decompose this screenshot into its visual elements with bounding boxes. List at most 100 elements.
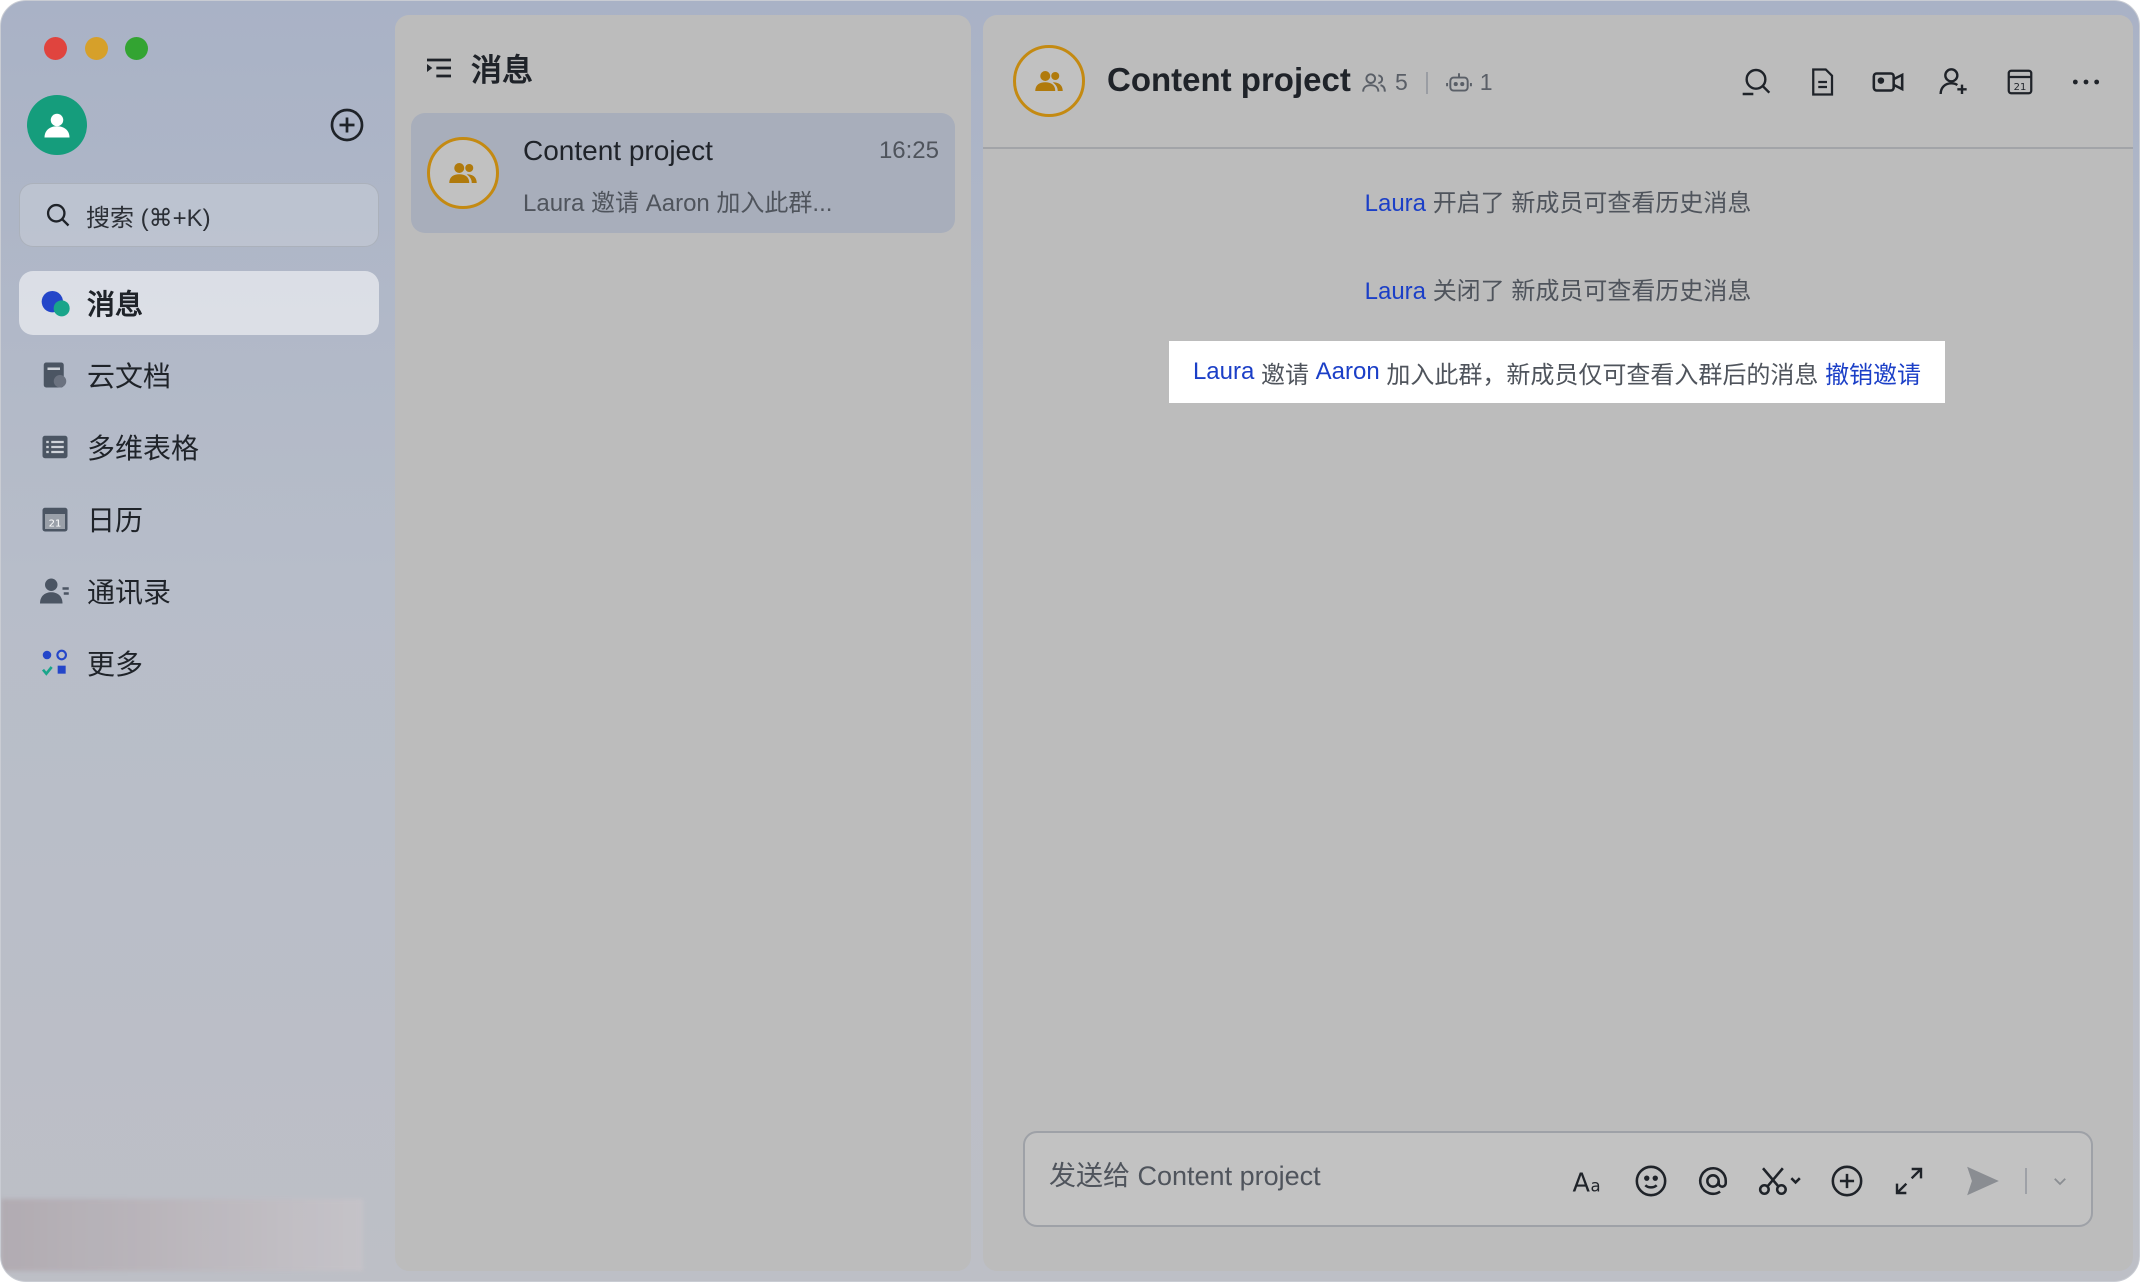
sidebar-item-label: 多维表格 [87, 433, 200, 464]
sidebar-item-more[interactable]: 更多 [19, 631, 379, 695]
messages-icon [39, 287, 71, 319]
search-icon [1742, 68, 1771, 96]
docs-button[interactable] [1805, 65, 1839, 99]
chat-toolbar: 21 [1739, 65, 2103, 99]
close-window-button[interactable] [44, 37, 67, 60]
sidebar-item-label: 通讯录 [87, 577, 172, 608]
message-composer: Aa [1023, 1131, 2093, 1227]
send-button[interactable] [1963, 1161, 2003, 1201]
blurred-region [1, 1199, 363, 1271]
expand-composer-button[interactable] [1889, 1161, 1929, 1201]
emoji-button[interactable] [1631, 1161, 1671, 1201]
text-format-icon: Aa [1573, 1169, 1601, 1199]
bot-count[interactable]: 1 [1480, 69, 1493, 96]
screenshot-button[interactable] [1755, 1161, 1805, 1201]
svg-text:A: A [1573, 1169, 1591, 1199]
user-link[interactable]: Aaron [1316, 358, 1380, 386]
sidebar-item-cloud-docs[interactable]: 云文档 [19, 343, 379, 407]
sidebar-item-base[interactable]: 多维表格 [19, 415, 379, 479]
divider [1425, 71, 1428, 94]
sidebar-item-calendar[interactable]: 21 日历 [19, 487, 379, 551]
system-message-text: 关闭了 新成员可查看历史消息 [1432, 278, 1752, 305]
video-icon [1872, 72, 1904, 92]
more-options-button[interactable] [2069, 65, 2103, 99]
member-count[interactable]: 5 [1395, 69, 1408, 96]
user-link[interactable]: Laura [1365, 190, 1426, 217]
invite-text: 加入此群，新成员仅可查看入群后的消息 [1386, 361, 1819, 389]
invite-verb: 邀请 [1261, 361, 1309, 389]
calendar-button[interactable]: 21 [2003, 65, 2037, 99]
chevron-down-icon [2054, 1178, 2066, 1186]
contacts-icon [39, 575, 71, 607]
cloud-docs-icon [39, 359, 71, 391]
conversation-preview: Laura 邀请 Aaron 加入此群... [523, 190, 833, 217]
calendar-icon: 21 [2007, 69, 2033, 95]
divider [2025, 1168, 2027, 1194]
attach-button[interactable] [1827, 1161, 1867, 1201]
minimize-window-button[interactable] [85, 37, 108, 60]
chat-panel: Content project 5 1 21 Laura 开启了 新成员可查看历… [983, 15, 2133, 1271]
sidebar-nav: 消息 云文档 多维表格 21 日历 通讯录 更多 [19, 271, 379, 703]
sidebar-item-contacts[interactable]: 通讯录 [19, 559, 379, 623]
calendar-icon: 21 [39, 503, 71, 535]
send-options-button[interactable] [2049, 1161, 2071, 1201]
add-user-icon [1939, 68, 1967, 95]
group-icon [449, 163, 477, 183]
members-icon[interactable] [1361, 70, 1387, 96]
bot-icon[interactable] [1445, 70, 1472, 96]
conversation-time: 16:25 [878, 137, 939, 164]
search-box[interactable]: 搜索 (⌘+K) [19, 183, 379, 247]
sidebar-item-messages[interactable]: 消息 [19, 271, 379, 335]
app-window: 搜索 (⌘+K) 消息 云文档 多维表格 21 日历 通讯录 更多 消息 Con… [0, 0, 2140, 1282]
document-icon [1812, 68, 1834, 96]
conversation-list-panel: 消息 Content project 16:25 Laura 邀请 Aaron … [395, 15, 971, 1271]
scissors-icon [1758, 1167, 1801, 1196]
emoji-icon [1635, 1165, 1667, 1197]
more-apps-icon [39, 647, 71, 679]
group-icon [1035, 71, 1063, 91]
sidebar-item-label: 更多 [87, 649, 144, 680]
revoke-invite-link[interactable]: 撤销邀请 [1825, 355, 1921, 390]
conversation-title: Content project [523, 135, 713, 166]
system-message-text: 开启了 新成员可查看历史消息 [1432, 190, 1752, 217]
message-input[interactable] [1049, 1161, 1549, 1192]
sidebar-item-label: 云文档 [87, 361, 172, 392]
svg-text:21: 21 [2014, 82, 2027, 93]
group-avatar[interactable] [1013, 45, 1085, 117]
at-icon [1699, 1167, 1728, 1195]
chat-meta: 5 1 [1361, 69, 1493, 96]
search-chat-button[interactable] [1739, 65, 1773, 99]
search-placeholder: 搜索 (⌘+K) [86, 204, 211, 232]
user-avatar[interactable] [27, 95, 87, 155]
chat-title[interactable]: Content project [1107, 61, 1351, 99]
sidebar: 搜索 (⌘+K) 消息 云文档 多维表格 21 日历 通讯录 更多 [1, 1, 393, 1281]
more-icon [2072, 79, 2100, 85]
plus-circle-icon [1831, 1165, 1863, 1197]
add-member-button[interactable] [1937, 65, 1971, 99]
user-link[interactable]: Laura [1193, 358, 1254, 386]
svg-text:a: a [1591, 1177, 1601, 1196]
base-table-icon [39, 431, 71, 463]
video-call-button[interactable] [1871, 65, 1905, 99]
system-message: Laura 关闭了 新成员可查看历史消息 [983, 271, 2133, 306]
zoom-window-button[interactable] [125, 37, 148, 60]
group-avatar [427, 137, 499, 209]
mention-button[interactable] [1693, 1161, 1733, 1201]
user-link[interactable]: Laura [1365, 278, 1426, 305]
send-icon [1967, 1166, 1999, 1196]
invite-system-message: Laura 邀请 Aaron 加入此群，新成员仅可查看入群后的消息 撤销邀请 [1169, 341, 1945, 403]
sidebar-item-label: 日历 [87, 505, 144, 536]
plus-circle-icon [330, 108, 364, 142]
collapse-list-icon[interactable] [423, 52, 455, 84]
text-format-button[interactable]: Aa [1569, 1161, 1609, 1201]
search-icon [46, 203, 70, 227]
system-message: Laura 开启了 新成员可查看历史消息 [983, 183, 2133, 218]
conversation-list-title: 消息 [471, 53, 533, 88]
create-button[interactable] [327, 105, 367, 145]
expand-icon [1895, 1167, 1923, 1195]
svg-text:21: 21 [49, 519, 62, 530]
person-icon [44, 113, 70, 138]
composer-toolbar: Aa [1569, 1161, 2071, 1201]
sidebar-item-label: 消息 [87, 289, 144, 320]
conversation-item[interactable]: Content project 16:25 Laura 邀请 Aaron 加入此… [411, 113, 955, 233]
